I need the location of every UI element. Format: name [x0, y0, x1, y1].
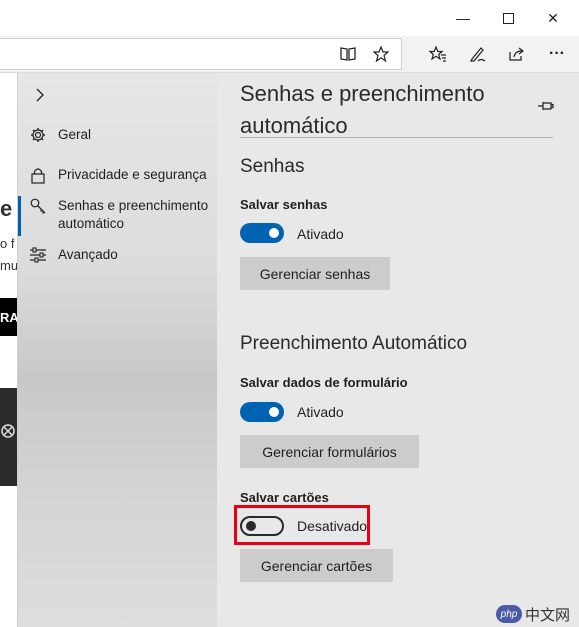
highlight-box: [234, 505, 370, 545]
save-form-data-state: Ativado: [297, 404, 344, 420]
notes-button[interactable]: [461, 36, 495, 72]
page-content: [0, 73, 18, 627]
section-heading-senhas: Senhas: [240, 156, 305, 177]
chevron-right-icon: [36, 88, 44, 102]
pin-icon: [538, 102, 554, 110]
toggle-knob: [269, 407, 279, 417]
watermark-text: 中文网: [525, 606, 571, 624]
close-window-button[interactable]: ✕: [531, 0, 575, 36]
nav-item-label: Avançado: [58, 247, 118, 262]
nav-item-label: Senhas e preenchimento automático: [58, 198, 209, 231]
title-bar: — ✕: [0, 0, 579, 36]
manage-passwords-button[interactable]: Gerenciar senhas: [240, 257, 390, 290]
page-text-fragment: o f: [0, 236, 15, 251]
manage-forms-button[interactable]: Gerenciar formulários: [240, 435, 419, 468]
save-form-data-toggle[interactable]: [240, 402, 284, 422]
add-favorite-button[interactable]: [364, 36, 398, 72]
nav-item-privacidade[interactable]: Privacidade e segurança: [18, 166, 218, 184]
reading-view-button[interactable]: [331, 36, 365, 72]
watermark: php 中文网: [496, 603, 570, 625]
settings-nav-pane: Geral Privacidade e segurança Senhas e p…: [17, 73, 218, 627]
page-banner-text: RA: [0, 309, 18, 325]
favorite-star-icon: [373, 46, 389, 62]
reading-view-icon: [340, 47, 356, 61]
key-icon: [18, 197, 58, 215]
section-heading-autofill: Preenchimento Automático: [240, 333, 468, 354]
save-form-data-label: Salvar dados de formulário: [240, 375, 408, 390]
pin-button[interactable]: [537, 97, 555, 115]
favorites-hub-button[interactable]: [421, 36, 455, 72]
nav-item-label: Privacidade e segurança: [58, 167, 207, 182]
toggle-knob: [269, 228, 279, 238]
page-title: Senhas e preenchimento automático: [240, 81, 485, 138]
save-passwords-state: Ativado: [297, 226, 344, 242]
lock-icon: [18, 166, 58, 184]
collapse-pane-button[interactable]: [30, 85, 50, 105]
nav-item-senhas[interactable]: Senhas e preenchimento automático: [18, 197, 218, 233]
divider: [240, 137, 553, 138]
more-button[interactable]: ···: [540, 36, 574, 72]
maximize-icon: [502, 12, 514, 24]
watermark-badge: php: [496, 605, 522, 623]
share-icon: [509, 47, 524, 61]
page-banner: RA: [0, 298, 18, 336]
page-text-fragment: e: [0, 196, 13, 221]
save-passwords-label: Salvar senhas: [240, 197, 328, 212]
settings-panel: Senhas e preenchimento automático Senhas…: [217, 73, 579, 627]
manage-cards-button[interactable]: Gerenciar cartões: [240, 549, 393, 582]
nav-item-geral[interactable]: Geral: [18, 126, 218, 144]
nav-item-label: Geral: [58, 127, 92, 142]
maximize-button[interactable]: [486, 0, 530, 36]
save-passwords-toggle[interactable]: [240, 223, 284, 243]
xbox-icon: [1, 424, 15, 438]
sliders-icon: [18, 246, 58, 263]
minimize-button[interactable]: —: [441, 0, 485, 36]
gear-icon: [18, 126, 58, 143]
save-cards-label: Salvar cartões: [240, 490, 329, 505]
page-image: [0, 388, 18, 486]
favorites-hub-icon: [429, 46, 446, 62]
nav-item-avancado[interactable]: Avançado: [18, 246, 218, 264]
share-button[interactable]: [500, 36, 534, 72]
page-text-fragment: mu: [0, 258, 19, 273]
pen-icon: [470, 47, 486, 62]
